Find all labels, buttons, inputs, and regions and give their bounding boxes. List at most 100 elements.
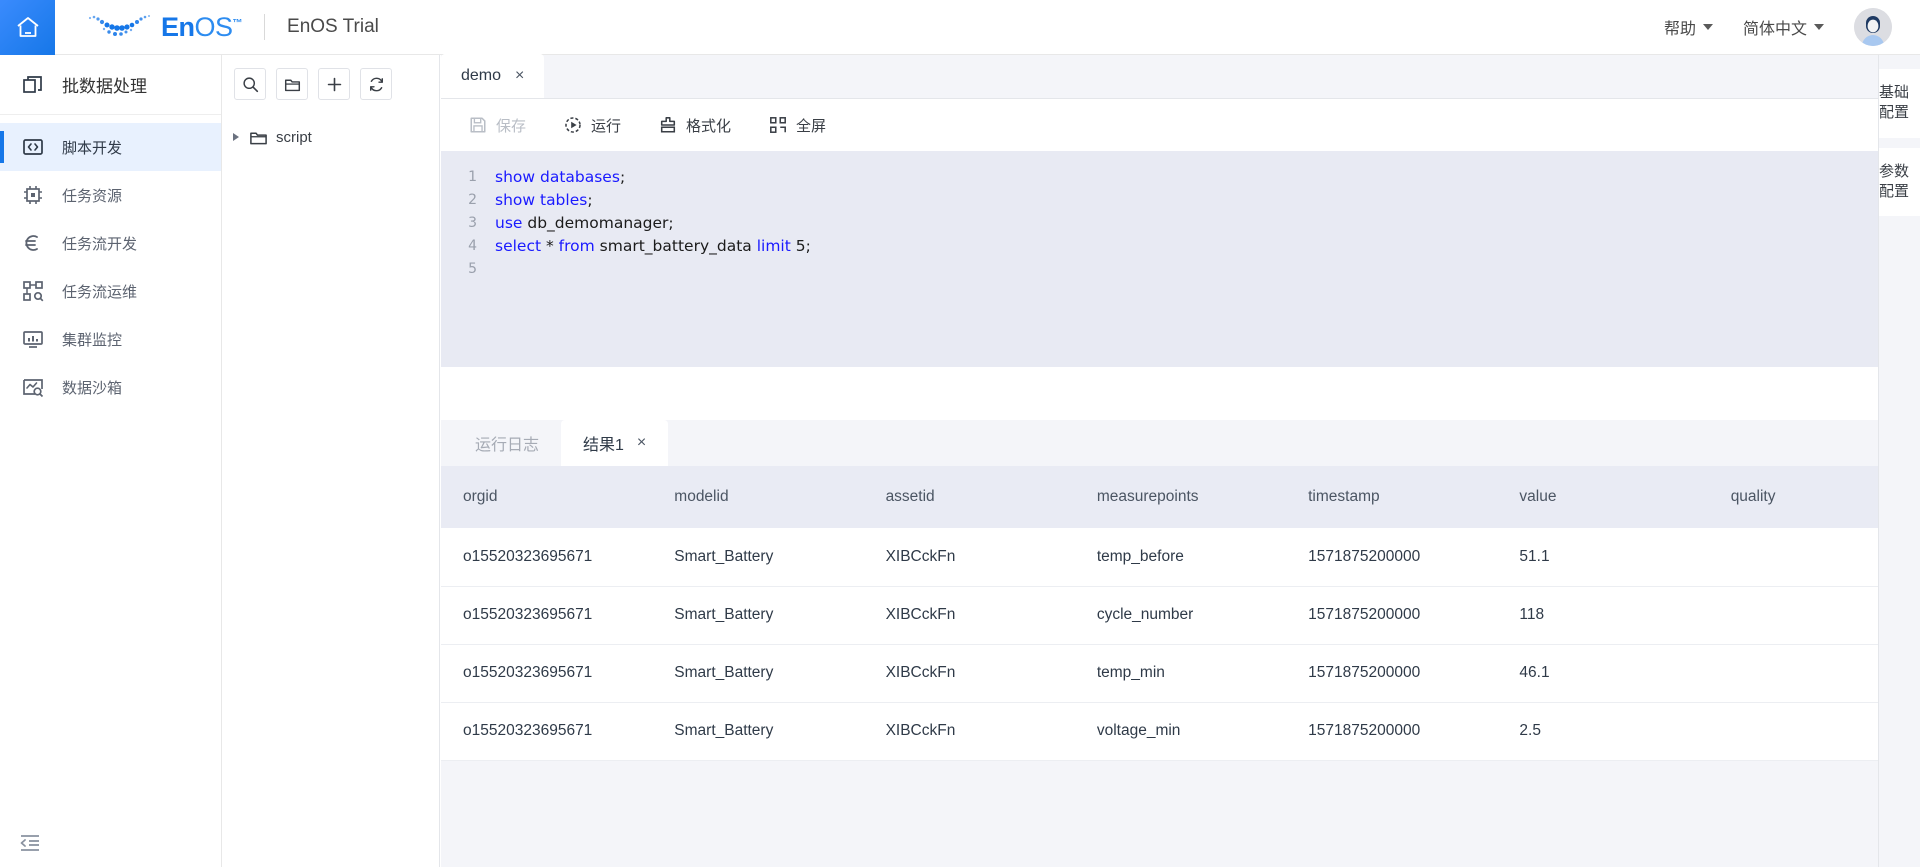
table-cell: temp_min [1074, 644, 1287, 703]
editor-tab-label: demo [461, 67, 502, 84]
code-brackets-icon [23, 139, 43, 155]
code-text: show databases; [495, 167, 626, 186]
result-table: orgid modelid assetid measurepoints timestam… [441, 466, 1920, 761]
sidebar-item-label: 集群监控 [62, 331, 123, 349]
table-row[interactable]: o15520323695671 Smart_Battery XIBCckFn volt… [441, 702, 1920, 761]
tab-run-log-label: 运行日志 [475, 437, 540, 454]
table-row[interactable]: o15520323695671 Smart_Battery XIBCckFn temp… [441, 644, 1920, 703]
format-label: 格式化 [686, 117, 732, 135]
fullscreen-label: 全屏 [796, 117, 827, 135]
editor-tab-demo[interactable]: demo × [441, 54, 545, 98]
table-cell: 118 [1497, 586, 1709, 645]
search-button[interactable] [234, 68, 266, 100]
rail-tab-basic-config-label: 基础配置 [1879, 84, 1910, 122]
table-column-header: timestamp [1286, 466, 1498, 528]
chevron-right-icon[interactable] [233, 133, 239, 141]
result-table-body: o15520323695671 Smart_Battery XIBCckFn temp… [441, 528, 1920, 761]
fullscreen-button[interactable]: 全屏 [769, 115, 826, 136]
close-icon[interactable]: × [637, 435, 646, 451]
run-label: 运行 [591, 117, 622, 135]
header-divider [264, 14, 266, 40]
sidebar-item-label: 任务资源 [62, 187, 123, 205]
table-cell: 51.1 [1497, 528, 1709, 587]
sidebar-item-task-resource[interactable]: 任务资源 [0, 171, 221, 219]
format-icon [660, 117, 676, 133]
line-number: 1 [468, 168, 477, 185]
tree-node-script[interactable]: script [223, 121, 439, 153]
search-icon [242, 76, 258, 92]
line-number: 2 [468, 191, 477, 208]
main-content: demo × 保存 运行 格式化 全屏 1 show databases; 2 … [441, 54, 1920, 867]
sidebar-item-cluster-monitor[interactable]: 集群监控 [0, 315, 221, 363]
user-avatar-icon [1854, 8, 1892, 46]
sidebar-item-label: 任务流开发 [62, 235, 138, 253]
result-table-head: orgid modelid assetid measurepoints timestam… [441, 466, 1920, 528]
save-label: 保存 [496, 117, 527, 135]
code-lines-host: 1 show databases; 2 show tables; 3 use db_dem… [441, 165, 1920, 280]
tab-result-1[interactable]: 结果1 × [561, 420, 669, 466]
run-button[interactable]: 运行 [564, 115, 621, 136]
folder-icon [250, 131, 267, 144]
table-column-header: value [1497, 466, 1709, 528]
tab-run-log[interactable]: 运行日志 [453, 420, 561, 466]
sidebar-collapse-button[interactable] [18, 831, 42, 855]
table-cell: XIBCckFn [863, 528, 1075, 587]
table-cell: 1571875200000 [1286, 586, 1498, 645]
tree-node-label: script [276, 128, 312, 146]
table-cell: o15520323695671 [441, 702, 653, 761]
flow-branch-icon [25, 235, 38, 251]
rail-tab-param-config-label: 参数配置 [1879, 162, 1910, 200]
help-menu[interactable]: 帮助 [1664, 15, 1713, 39]
new-folder-button[interactable] [276, 68, 308, 100]
table-column-header: measurepoints [1074, 466, 1287, 528]
avatar[interactable] [1854, 8, 1892, 46]
sidebar-item-data-sandbox[interactable]: 数据沙箱 [0, 363, 221, 411]
table-row[interactable]: o15520323695671 Smart_Battery XIBCckFn cycl… [441, 586, 1920, 645]
table-cell: voltage_min [1074, 702, 1287, 761]
monitor-chart-icon [23, 331, 43, 348]
sidebar-item-workflow-ops[interactable]: 任务流运维 [0, 267, 221, 315]
right-rail: 基础配置 参数配置 [1878, 55, 1920, 867]
table-row[interactable]: o15520323695671 Smart_Battery XIBCckFn temp… [441, 528, 1920, 587]
table-cell: 1571875200000 [1286, 528, 1498, 587]
table-cell: XIBCckFn [863, 702, 1075, 761]
table-cell: XIBCckFn [863, 644, 1075, 703]
close-icon[interactable]: × [515, 68, 524, 84]
refresh-icon [369, 77, 383, 91]
format-button[interactable]: 格式化 [659, 115, 731, 136]
table-cell: o15520323695671 [441, 586, 653, 645]
save-button[interactable]: 保存 [469, 115, 526, 136]
sidebar-item-label: 脚本开发 [62, 139, 123, 157]
file-tree: script [223, 113, 439, 153]
app-root: EnOS™ EnOS Trial 帮助 简体中文 批数据处理 脚本开发 任务资源… [0, 0, 1920, 867]
table-cell: 1571875200000 [1286, 644, 1498, 703]
copy-stack-icon [23, 75, 42, 93]
chip-icon [24, 186, 42, 204]
table-cell: XIBCckFn [863, 586, 1075, 645]
sidebar-item-script-dev[interactable]: 脚本开发 [0, 123, 221, 171]
refresh-button[interactable] [360, 68, 392, 100]
line-number: 4 [468, 237, 477, 254]
home-button[interactable] [0, 0, 55, 55]
rail-tab-basic-config[interactable]: 基础配置 [1879, 69, 1920, 138]
add-button[interactable] [318, 68, 350, 100]
sidebar-item-workflow-dev[interactable]: 任务流开发 [0, 219, 221, 267]
code-line: 3 use db_demomanager; [441, 211, 1920, 234]
save-icon [470, 117, 486, 133]
table-column-header: orgid [441, 466, 653, 528]
sql-editor[interactable]: 1 show databases; 2 show tables; 3 use db_dem… [441, 151, 1920, 367]
table-header-row: orgid modelid assetid measurepoints timestam… [441, 466, 1920, 528]
sidebar: 批数据处理 脚本开发 任务资源 任务流开发 任务流运维 集群监控 数据沙箱 [0, 55, 222, 867]
sidebar-module-header: 批数据处理 [0, 55, 221, 115]
code-text: show tables; [495, 190, 593, 209]
rail-tab-param-config[interactable]: 参数配置 [1879, 147, 1920, 216]
editor-toolbar: 保存 运行 格式化 全屏 [441, 99, 1920, 151]
table-cell: 2.5 [1497, 702, 1709, 761]
code-text: use db_demomanager; [495, 213, 674, 232]
brand-logo[interactable]: EnOS™ [85, 12, 243, 42]
language-menu[interactable]: 简体中文 [1743, 15, 1824, 39]
app-title: EnOS Trial [287, 16, 379, 37]
tab-result-1-label: 结果1 [583, 437, 624, 454]
plus-icon [327, 77, 341, 91]
code-line: 1 show databases; [441, 165, 1920, 188]
